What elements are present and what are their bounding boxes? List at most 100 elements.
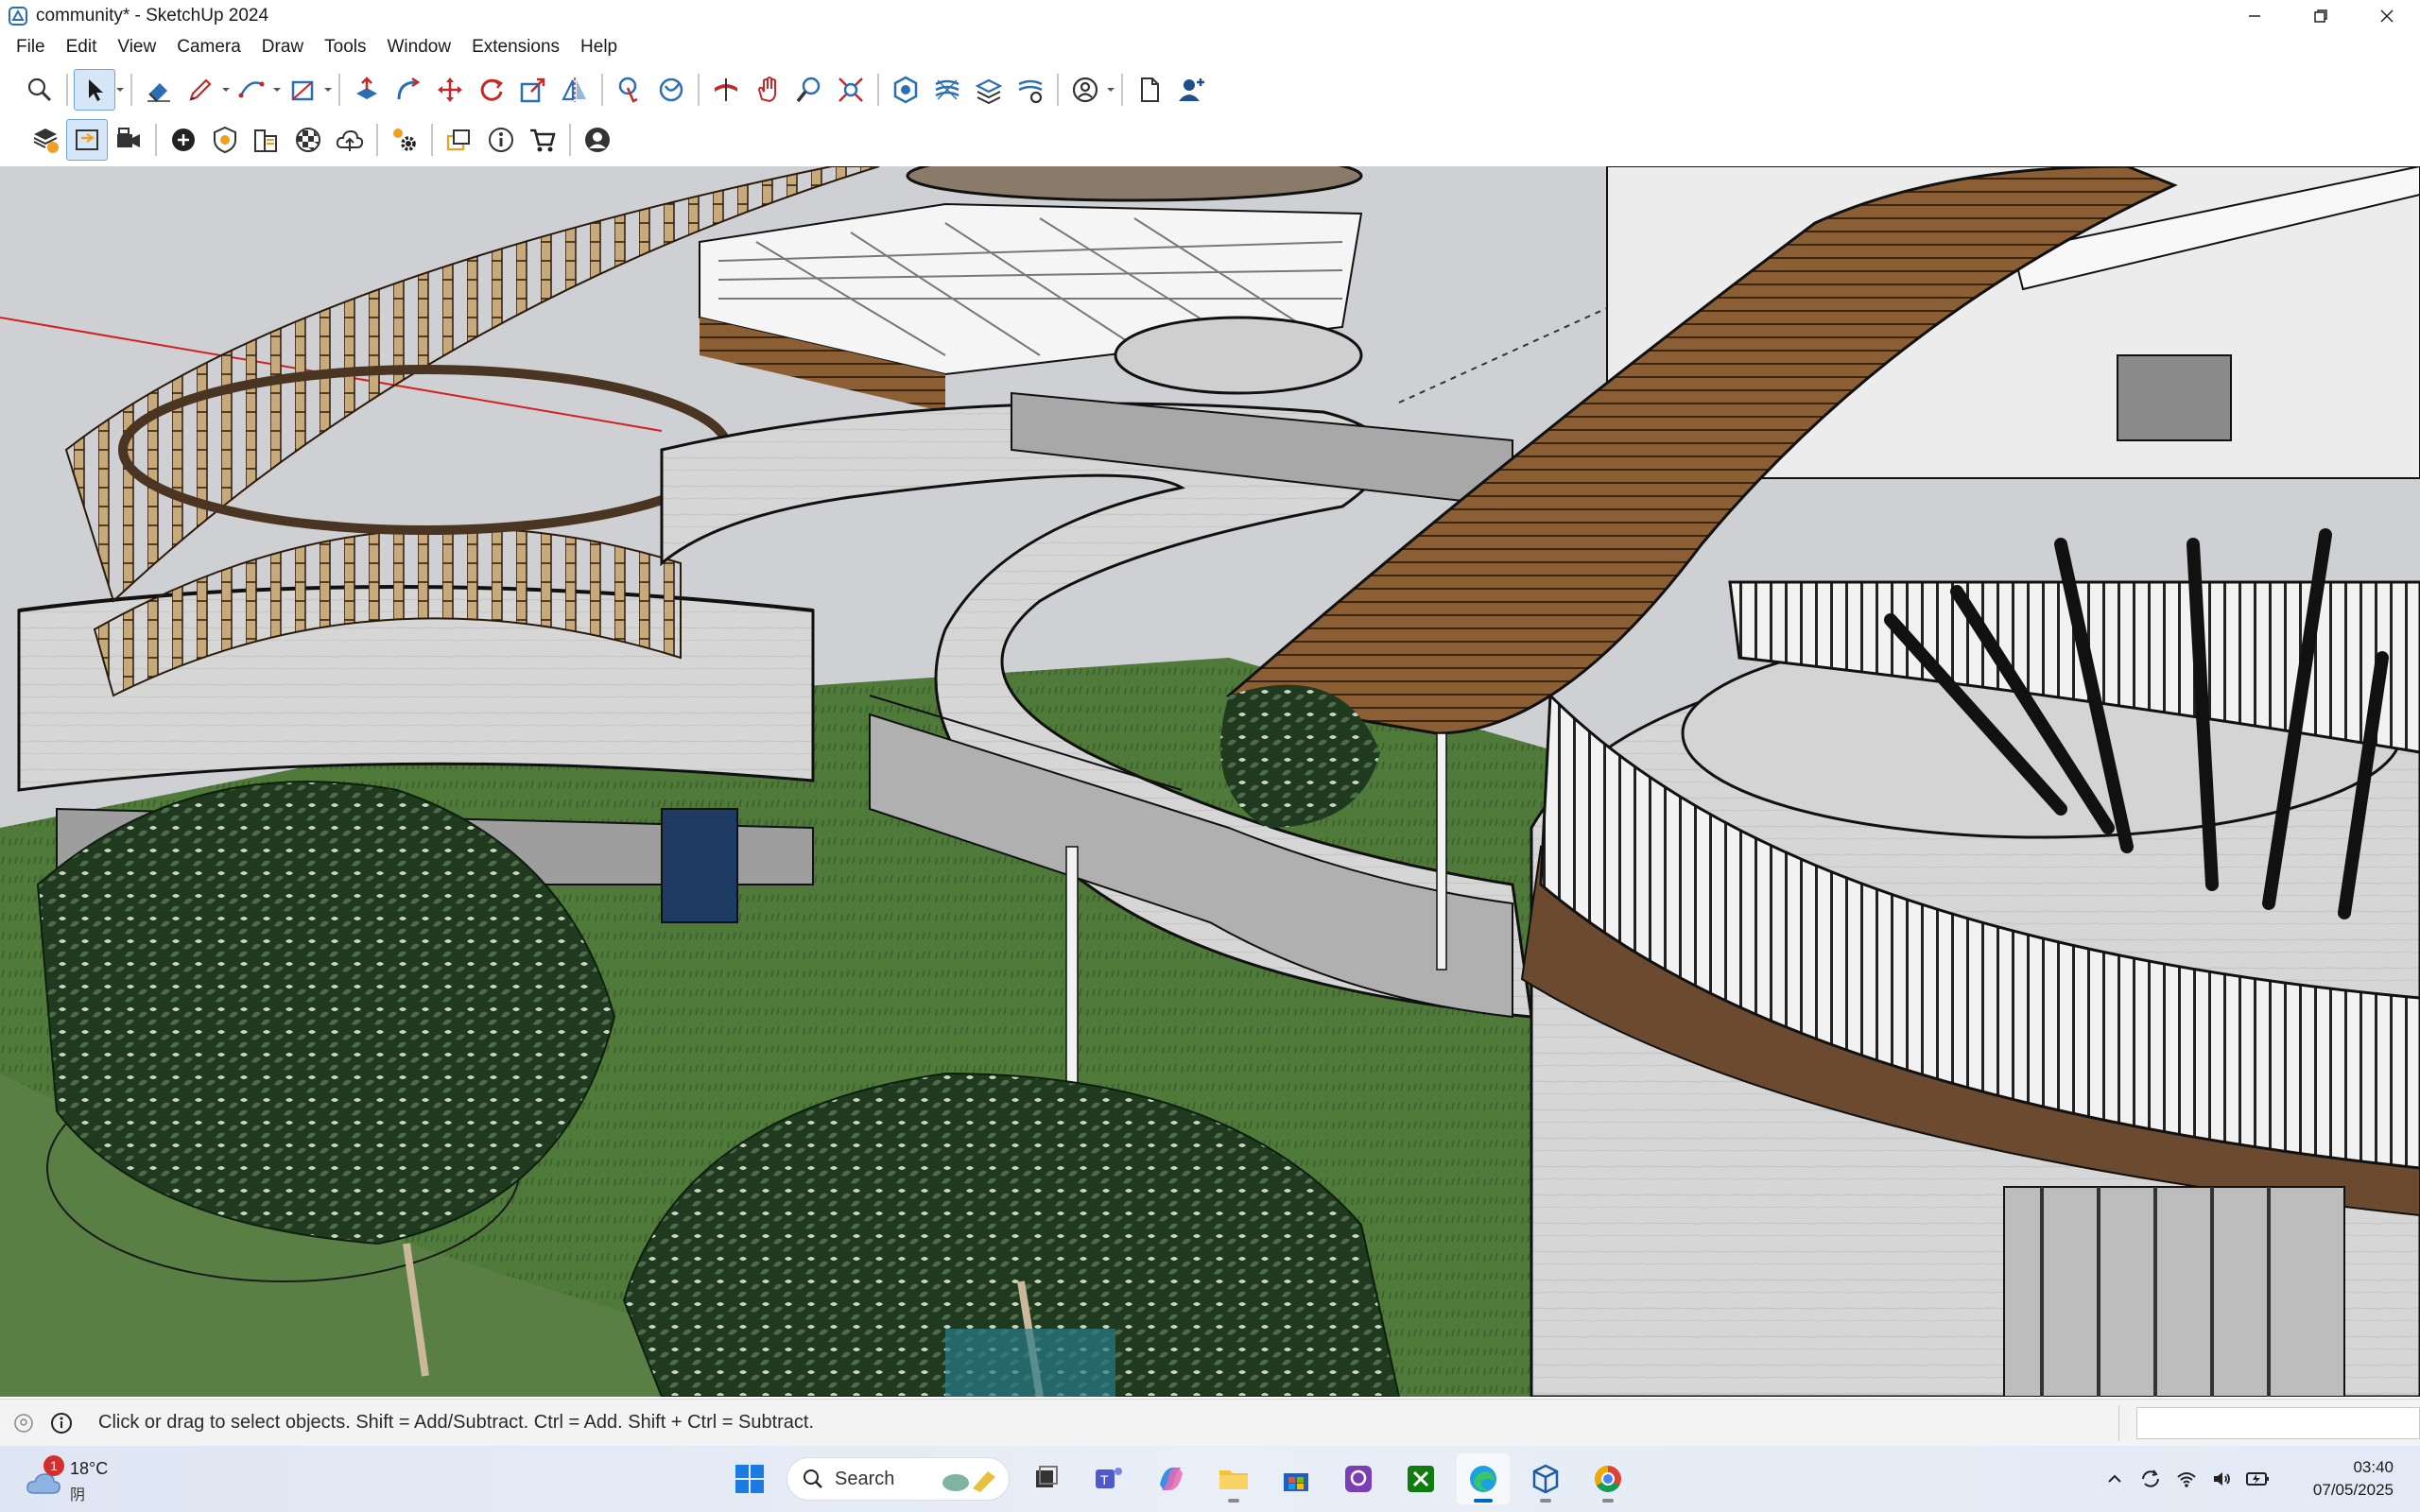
purple-app[interactable] xyxy=(1332,1453,1385,1504)
select-tool[interactable] xyxy=(74,69,115,111)
add-location-tool[interactable] xyxy=(163,119,204,161)
task-view-button[interactable] xyxy=(1020,1453,1073,1504)
start-button[interactable] xyxy=(723,1453,776,1504)
flip-tool[interactable] xyxy=(554,69,596,111)
section-plane-tool[interactable] xyxy=(705,69,747,111)
arc-tool[interactable] xyxy=(231,69,272,111)
taskbar-clock[interactable]: 03:40 07/05/2025 xyxy=(2290,1456,2394,1502)
ms-store-app[interactable] xyxy=(1270,1453,1322,1504)
menu-extensions[interactable]: Extensions xyxy=(461,33,570,61)
chevron-down-icon xyxy=(116,88,124,92)
sync-button[interactable] xyxy=(2133,1461,2169,1497)
menu-tools[interactable]: Tools xyxy=(314,33,376,61)
scenes-tool[interactable] xyxy=(439,119,480,161)
geo-location-button[interactable] xyxy=(9,1409,38,1437)
zoom-tool[interactable] xyxy=(788,69,830,111)
volume-button[interactable] xyxy=(2204,1461,2240,1497)
app-purple-icon xyxy=(1345,1466,1372,1492)
menu-edit[interactable]: Edit xyxy=(56,33,108,61)
chrome-app[interactable] xyxy=(1582,1453,1634,1504)
toolbar-separator xyxy=(155,124,157,156)
move-tool[interactable] xyxy=(429,69,471,111)
status-bar: Click or drag to select objects. Shift =… xyxy=(0,1399,2420,1446)
windows-taskbar: 1 18°C 阴 Search T 03:40 07/05/2025 xyxy=(0,1446,2420,1512)
styles-tool[interactable] xyxy=(246,119,287,161)
model-info-tool[interactable] xyxy=(480,119,522,161)
weather-widget[interactable]: 1 18°C 阴 xyxy=(23,1455,136,1503)
tray-overflow-button[interactable] xyxy=(2097,1461,2133,1497)
rectangle-tool[interactable] xyxy=(282,69,323,111)
pan-tool[interactable] xyxy=(747,69,788,111)
rectangle-dropdown[interactable] xyxy=(323,69,333,111)
menu-help[interactable]: Help xyxy=(570,33,628,61)
menu-draw[interactable]: Draw xyxy=(251,33,314,61)
cloud-upload-tool[interactable] xyxy=(329,119,371,161)
select-dropdown[interactable] xyxy=(115,69,125,111)
orbit-tool[interactable] xyxy=(650,69,692,111)
wifi-button[interactable] xyxy=(2169,1461,2204,1497)
close-button[interactable] xyxy=(2354,0,2420,32)
zoom-window-tool[interactable] xyxy=(830,69,872,111)
solid-tools-tool[interactable] xyxy=(885,69,926,111)
arc-dropdown[interactable] xyxy=(272,69,282,111)
menu-view[interactable]: View xyxy=(107,33,166,61)
paint-bucket-tool[interactable] xyxy=(609,69,650,111)
copilot-app[interactable] xyxy=(1145,1453,1198,1504)
instructor-button[interactable] xyxy=(47,1409,76,1437)
shopping-cart-icon xyxy=(530,129,556,152)
toolbar-separator xyxy=(1057,74,1059,106)
account-tool[interactable] xyxy=(1064,69,1106,111)
pencil-tool[interactable] xyxy=(180,69,221,111)
pencil-icon xyxy=(189,78,212,101)
add-user-tool[interactable] xyxy=(1170,69,1212,111)
materials-tool[interactable] xyxy=(287,119,329,161)
cloud-upload-icon xyxy=(336,129,364,151)
file-explorer-app[interactable] xyxy=(1207,1453,1260,1504)
styles-icon xyxy=(254,129,277,152)
menu-camera[interactable]: Camera xyxy=(166,33,251,61)
sketchup-app[interactable] xyxy=(1519,1453,1572,1504)
taskbar-search[interactable]: Search xyxy=(786,1457,1010,1501)
close-icon xyxy=(2380,9,2394,23)
toolbar-separator xyxy=(698,74,700,106)
teams-app[interactable]: T xyxy=(1082,1453,1135,1504)
settings-tool[interactable] xyxy=(384,119,425,161)
follow-me-tool[interactable] xyxy=(388,69,429,111)
edge-app[interactable] xyxy=(1457,1453,1510,1504)
scale-tool[interactable] xyxy=(512,69,554,111)
outliner-tool[interactable] xyxy=(968,69,1010,111)
xbox-app[interactable] xyxy=(1394,1453,1447,1504)
user-tool[interactable] xyxy=(577,119,618,161)
extension-warehouse-tool[interactable] xyxy=(25,119,66,161)
sandbox-icon xyxy=(935,79,959,100)
menu-file[interactable]: File xyxy=(6,33,56,61)
push-pull-icon xyxy=(356,77,377,99)
menu-window[interactable]: Window xyxy=(377,33,462,61)
zoom-extents-tool[interactable] xyxy=(19,69,60,111)
folder-icon xyxy=(1219,1470,1248,1489)
camera-scene-tool[interactable] xyxy=(108,119,149,161)
toolbar-separator xyxy=(877,74,879,106)
sandbox-tool[interactable] xyxy=(926,69,968,111)
chevron-down-icon xyxy=(1107,88,1115,92)
new-file-tool[interactable] xyxy=(1129,69,1170,111)
pencil-dropdown[interactable] xyxy=(221,69,231,111)
shadow-tool[interactable] xyxy=(204,119,246,161)
account-dropdown[interactable] xyxy=(1106,69,1115,111)
tags-tool[interactable] xyxy=(1010,69,1051,111)
eraser-tool[interactable] xyxy=(138,69,180,111)
scene-sync-tool[interactable] xyxy=(66,119,108,161)
location-pin-icon xyxy=(14,1413,33,1433)
push-pull-tool[interactable] xyxy=(346,69,388,111)
measurements-box[interactable] xyxy=(2136,1407,2420,1439)
video-camera-icon xyxy=(117,128,140,147)
shop-tool[interactable] xyxy=(522,119,563,161)
model-viewport[interactable] xyxy=(0,166,2420,1397)
weather-condition: 阴 xyxy=(70,1487,86,1503)
minimize-button[interactable] xyxy=(2221,0,2288,32)
window-title: community* - SketchUp 2024 xyxy=(36,6,269,26)
rotate-tool[interactable] xyxy=(471,69,512,111)
cursor-arrow-icon xyxy=(89,79,103,101)
restore-button[interactable] xyxy=(2288,0,2354,32)
battery-button[interactable] xyxy=(2240,1461,2276,1497)
